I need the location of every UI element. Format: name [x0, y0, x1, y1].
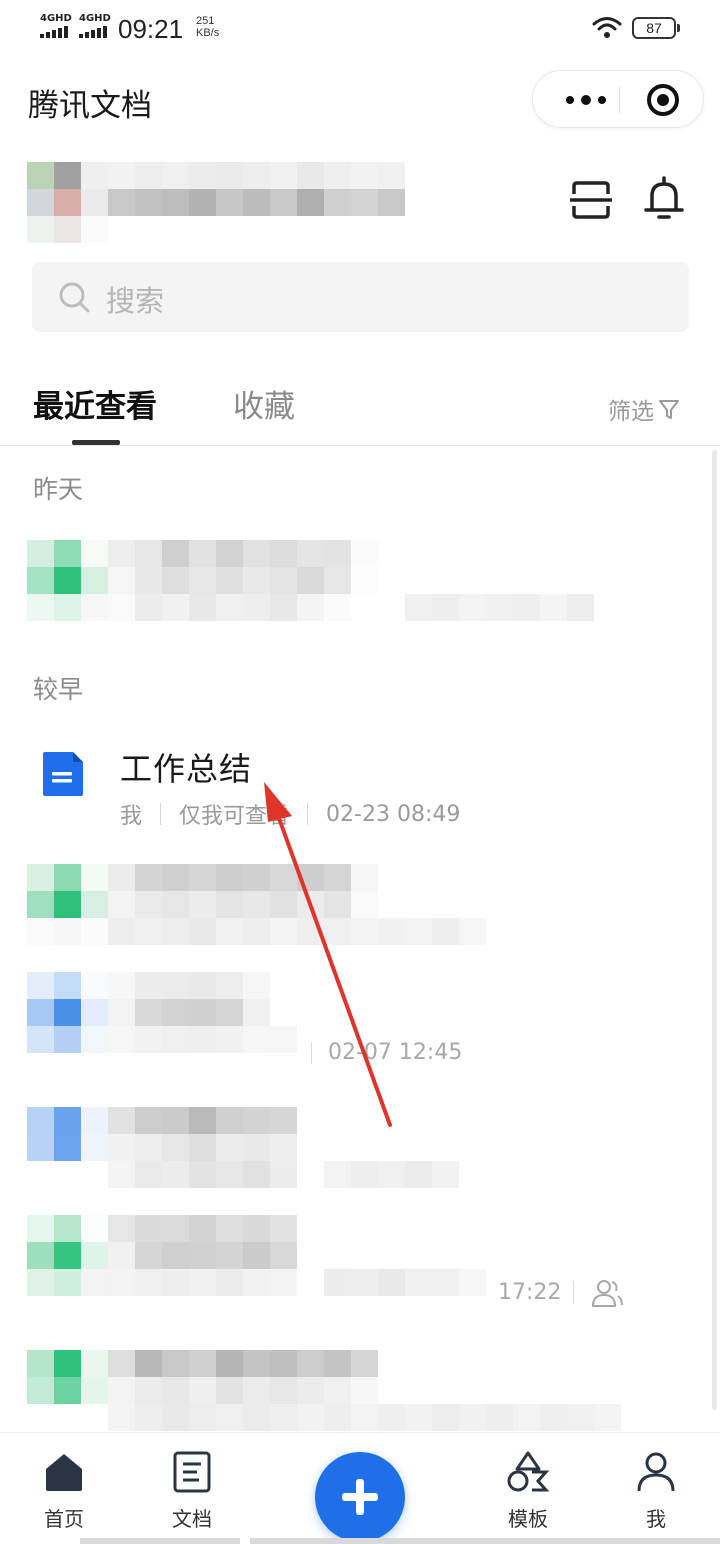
nav-templates-label: 模板 — [508, 1507, 548, 1531]
nav-me-label: 我 — [646, 1507, 666, 1531]
nav-docs[interactable]: 文档 — [152, 1451, 232, 1532]
status-time: 09:21 — [118, 14, 184, 44]
tabs-divider — [0, 445, 720, 446]
scrollbar[interactable] — [712, 450, 717, 1410]
file-icon-blurred — [27, 972, 108, 1053]
file-meta-blurred — [324, 1269, 486, 1296]
user-name-blurred — [108, 162, 405, 216]
annotation-arrow-icon — [264, 782, 392, 1127]
search-icon — [59, 282, 90, 313]
filter-button[interactable]: 筛选 — [608, 392, 680, 426]
tab-favorites[interactable]: 收藏 — [233, 381, 295, 426]
file-name-blurred — [108, 540, 378, 621]
user-icon — [637, 1452, 675, 1492]
word-doc-icon — [43, 752, 83, 796]
filter-label: 筛选 — [608, 399, 654, 425]
nav-docs-label: 文档 — [172, 1507, 212, 1531]
file-meta-blurred — [405, 594, 594, 621]
network-rate: 251 KB/s — [196, 15, 219, 39]
mini-program-capsule — [532, 70, 704, 128]
add-document-button[interactable] — [315, 1452, 405, 1542]
file-name-blurred — [108, 1215, 297, 1296]
search-input[interactable]: 搜索 — [32, 262, 689, 332]
file-icon-blurred — [27, 1215, 108, 1296]
signal-sim1: 4GHD — [40, 14, 72, 38]
nav-home[interactable]: 首页 — [24, 1451, 104, 1532]
target-icon[interactable] — [647, 84, 679, 116]
capsule-divider — [619, 87, 620, 113]
file-meta-blurred — [324, 1161, 459, 1188]
scan-icon[interactable] — [570, 180, 612, 220]
document-owner: 我 — [120, 804, 143, 829]
network-type-label: 4GHD — [40, 13, 72, 24]
file-icon-blurred — [27, 1350, 108, 1404]
wifi-icon — [592, 17, 622, 38]
search-placeholder: 搜索 — [106, 284, 165, 318]
signal-sim2: 4GHD — [79, 14, 111, 38]
nav-me[interactable]: 我 — [616, 1451, 696, 1532]
shapes-icon — [507, 1451, 550, 1492]
meta-divider — [160, 803, 162, 825]
file-icon-blurred — [27, 864, 108, 945]
shared-users-icon — [591, 1280, 623, 1307]
file-meta-blurred — [378, 1404, 621, 1431]
file-icon-blurred — [27, 1107, 108, 1161]
nav-templates[interactable]: 模板 — [488, 1451, 568, 1532]
network-rate-value: 251 — [196, 15, 215, 27]
home-icon — [46, 1454, 82, 1491]
network-rate-unit: KB/s — [196, 27, 220, 39]
document-icon — [173, 1451, 211, 1493]
tab-recent[interactable]: 最近查看 — [33, 381, 157, 426]
gesture-bar — [250, 1538, 720, 1544]
battery-indicator: 87 — [632, 17, 680, 39]
filter-icon — [659, 400, 679, 419]
more-dots-icon[interactable] — [555, 71, 617, 129]
file-name-blurred — [108, 1350, 378, 1431]
meta-divider — [573, 1282, 574, 1304]
document-time: 17:22 — [498, 1280, 562, 1305]
app-title: 腾讯文档 — [28, 88, 152, 124]
bell-icon[interactable] — [644, 176, 684, 220]
nav-home-label: 首页 — [44, 1507, 84, 1531]
section-yesterday: 昨天 — [33, 475, 84, 504]
document-title: 工作总结 — [120, 750, 253, 788]
status-bar: 4GHD 4GHD 09:21 251 KB/s 87 — [0, 0, 720, 56]
file-icon-blurred — [27, 540, 108, 621]
network-type-label: 4GHD — [79, 13, 111, 24]
user-avatar-blurred — [27, 162, 108, 243]
gesture-bar — [80, 1538, 240, 1544]
section-earlier: 较早 — [33, 675, 84, 704]
